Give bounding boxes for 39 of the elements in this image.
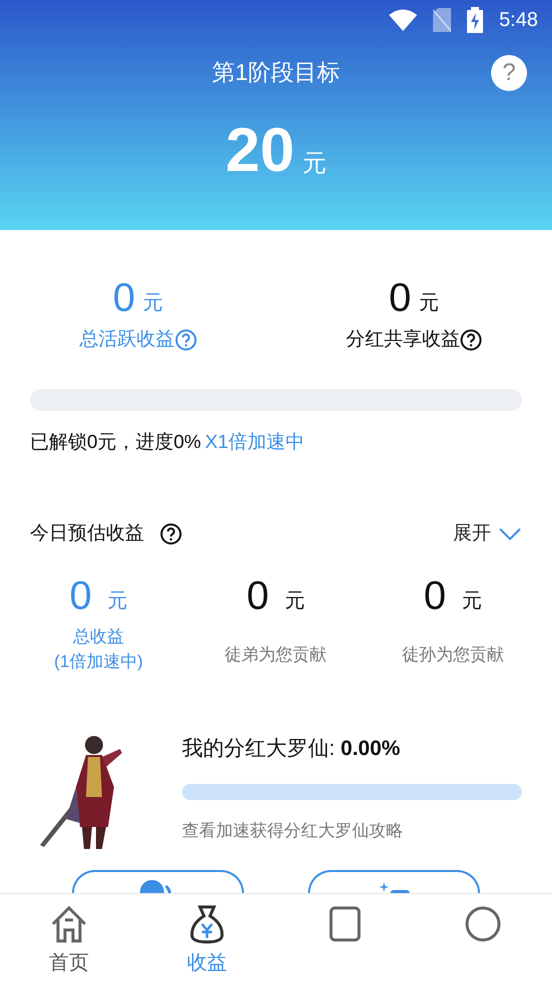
tab[interactable]: 首页 — [0, 894, 138, 981]
wifi-icon — [389, 9, 418, 31]
action-button[interactable] — [308, 870, 480, 893]
status-time: 5:48 — [499, 8, 538, 33]
action-button[interactable] — [72, 870, 244, 893]
tab[interactable]: 收益 — [138, 894, 276, 981]
earnings-value: 0 — [424, 576, 446, 616]
battery-icon — [467, 7, 484, 33]
currency-unit: 元 — [143, 291, 164, 316]
currency-unit: 元 — [108, 588, 128, 614]
earnings-value: 0 — [246, 576, 269, 616]
earnings-value: 0 — [69, 576, 92, 616]
earnings-value: 0 — [388, 278, 412, 318]
earnings-value: 0 — [112, 278, 136, 318]
expand-toggle[interactable]: 展开 — [452, 519, 522, 550]
currency-unit: 元 — [284, 588, 305, 614]
currency-unit: 元 — [419, 291, 440, 316]
speed-text: X1倍加速中 — [205, 430, 304, 454]
speed-note: (1倍加速中) — [54, 651, 143, 673]
currency-unit: 元 — [302, 149, 326, 179]
help-button[interactable]: ? — [491, 55, 527, 91]
page-title: 第1阶段目标 — [212, 58, 340, 87]
earnings-label: 徒孙为您贡献 — [402, 644, 504, 666]
progress-text: 已解锁0元，进度0% — [30, 430, 202, 454]
no-sim-icon — [433, 8, 452, 32]
help-icon[interactable] — [460, 329, 482, 352]
currency-unit: 元 — [462, 588, 482, 614]
earnings-label: 徒弟为您贡献 — [224, 644, 327, 666]
section-title: 今日预估收益 — [30, 522, 144, 546]
earnings-label: 总收益 — [73, 626, 124, 648]
home-icon — [49, 904, 89, 944]
earnings-label: 总活跃收益 — [80, 328, 174, 352]
target-amount: 20 — [226, 120, 294, 182]
earnings-label: 分红共享收益 — [346, 328, 460, 352]
profile-icon — [463, 904, 503, 944]
help-icon[interactable] — [160, 523, 182, 546]
guide-link[interactable]: 查看加速获得分红大罗仙攻略 — [182, 818, 403, 844]
chevron-icon — [499, 528, 521, 540]
rank-text: 我的分红大罗仙: 0.00% — [182, 736, 402, 762]
